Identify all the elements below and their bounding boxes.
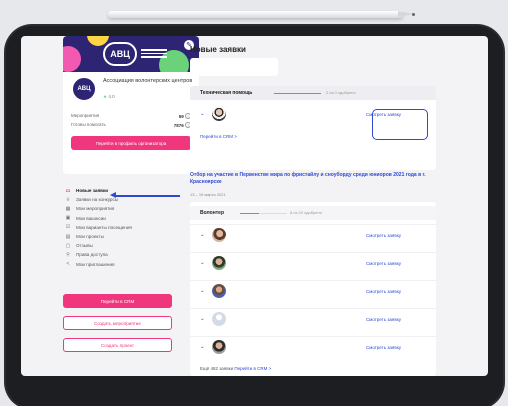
view-application-link[interactable]: Смотреть заявку [366,345,401,350]
organizer-name: Ассоциация волонтерских центров [103,78,193,84]
card-title: Техническая помощь [200,90,253,96]
application-row[interactable]: ⌄ Смотреть заявку [190,252,436,274]
search-input[interactable] [190,58,278,76]
left-column: АВЦ ✎ АВЦ Ассоциация волонтерских центро… [63,36,199,376]
application-row[interactable]: ⌄ Смотреть заявку [190,336,436,358]
trophy-icon: ♕ [65,196,71,203]
chevron-down-icon[interactable]: ⌄ [200,111,205,117]
sidebar-item[interactable]: ▭ Новые заявки [63,186,199,195]
more-applications: Ещё 482 заявки Перейти в CRM > [200,366,271,371]
application-row[interactable]: ⌄ Смотреть заявку [190,224,436,246]
stat-value: 7876 [173,123,184,128]
annotation-arrow [114,195,180,197]
approved-count: 2 из 0 одобрено [326,90,356,95]
crm-link[interactable]: Перейти в CRM > [234,366,271,371]
stat-events: Мероприятия 59 ? [71,113,191,119]
stat-helpers: Готовы помогать 7876 ? [71,122,191,128]
share-icon: < [66,261,70,268]
sidebar-item-label: Мои приглашения [76,261,115,267]
stylus [108,11,403,18]
view-application-link[interactable]: Смотреть заявку [366,261,401,266]
sidebar-item-label: Новые заявки [76,188,109,194]
sidebar-item[interactable]: ▣ Мои вакансии [63,214,199,223]
organizer-avatar: АВЦ [71,76,97,102]
star-icon: ★ [103,94,108,99]
banner-logo-lines [141,49,167,59]
sidebar-item-label: Мои вакансии [76,215,106,221]
avatar [212,256,226,270]
sidebar-item[interactable]: < Мои приглашения [63,260,199,269]
progress-bar [240,213,287,214]
card-title: Волонтер [200,210,225,216]
avatar [212,284,226,298]
avatar [212,228,226,242]
chat-icon: ▢ [65,242,71,249]
card-header: Техническая помощь 2 из 0 одобрено [190,86,436,100]
more-count: Ещё 482 заявки [200,366,234,371]
approved-count: 8 из 20 одобрено [290,210,322,215]
event-title[interactable]: Отбор на участие в Первенстве мира по фр… [190,172,436,185]
inbox-icon: ▭ [65,187,71,194]
banner-circle-pink [63,46,81,72]
key-icon: ⚲ [66,251,70,258]
view-application-link[interactable]: Смотреть заявку [366,317,401,322]
chevron-down-icon[interactable]: ⌄ [200,260,205,266]
calendar-icon: ▦ [65,205,71,212]
sidebar-item-label: Мои проекты [76,234,104,240]
sidebar-item-label: Мои мероприятия [76,206,115,212]
sidebar-item[interactable]: ▢ Отзывы [63,241,199,250]
view-application-link[interactable]: Смотреть заявку [366,233,401,238]
organizer-profile-button[interactable]: Перейти в профиль организатора [71,136,191,150]
annotation-highlight [372,109,428,140]
folder-icon: ▤ [65,233,71,240]
page-title: Новые заявки [190,45,246,54]
sidebar-item[interactable]: ☑ Мои варианты посещения [63,223,199,232]
briefcase-icon: ▣ [65,215,71,222]
main-column: Новые заявки Техническая помощь 2 из 0 о… [190,36,436,376]
sidebar-item[interactable]: ▤ Мои проекты [63,232,199,241]
sidebar-item[interactable]: ♕ Заявки на конкурсы [63,195,199,204]
banner-logo: АВЦ [103,42,137,66]
chevron-down-icon[interactable]: ⌄ [200,288,205,294]
sidebar-item-label: Заявки на конкурсы [76,197,119,203]
sidebar-item-label: Мои варианты посещения [76,224,132,230]
annotation-arrow-head [110,192,116,198]
crm-link[interactable]: Перейти в CRM > [200,134,237,139]
sidebar-item-label: Права доступа [76,252,108,258]
avatar [212,107,226,121]
card-header: Волонтер 8 из 20 одобрено [190,206,436,220]
checklist-icon: ☑ [65,224,71,231]
chevron-down-icon[interactable]: ⌄ [200,232,205,238]
chevron-down-icon[interactable]: ⌄ [200,316,205,322]
chevron-down-icon[interactable]: ⌄ [200,344,205,350]
create-project-button[interactable]: Создать проект [63,338,172,352]
side-menu: ▭ Новые заявки ♕ Заявки на конкурсы ▦ Мои мер… [63,186,199,269]
create-event-button[interactable]: Создать мероприятие [63,316,172,330]
event-date: 13 – 19 марта 2021 [190,192,226,197]
rating-value: 4.0 [108,94,115,99]
stat-label: Готовы помогать [71,122,106,127]
avatar [212,340,226,354]
stat-label: Мероприятия [71,113,100,118]
crm-button[interactable]: Перейти в CRM [63,294,172,308]
application-row[interactable]: ⌄ Смотреть заявку [190,280,436,302]
organizer-banner: АВЦ ✎ [63,36,199,72]
application-row[interactable]: ⌄ Смотреть заявку [190,308,436,330]
view-application-link[interactable]: Смотреть заявку [366,289,401,294]
sidebar-item[interactable]: ⚲ Права доступа [63,250,199,259]
screen: АВЦ ✎ АВЦ Ассоциация волонтерских центро… [21,36,488,376]
avatar [212,312,226,326]
sidebar-item-label: Отзывы [76,243,93,249]
volunteer-card: Волонтер 8 из 20 одобрено Ещё 482 заявки… [190,202,436,376]
organizer-card: АВЦ ✎ АВЦ Ассоциация волонтерских центро… [63,36,199,174]
stat-value: 59 [178,114,184,119]
sidebar-item[interactable]: ▦ Мои мероприятия [63,204,199,213]
organizer-rating: ★ 4.0 [103,94,115,100]
stylus-point [412,13,415,16]
progress-bar [274,93,321,94]
